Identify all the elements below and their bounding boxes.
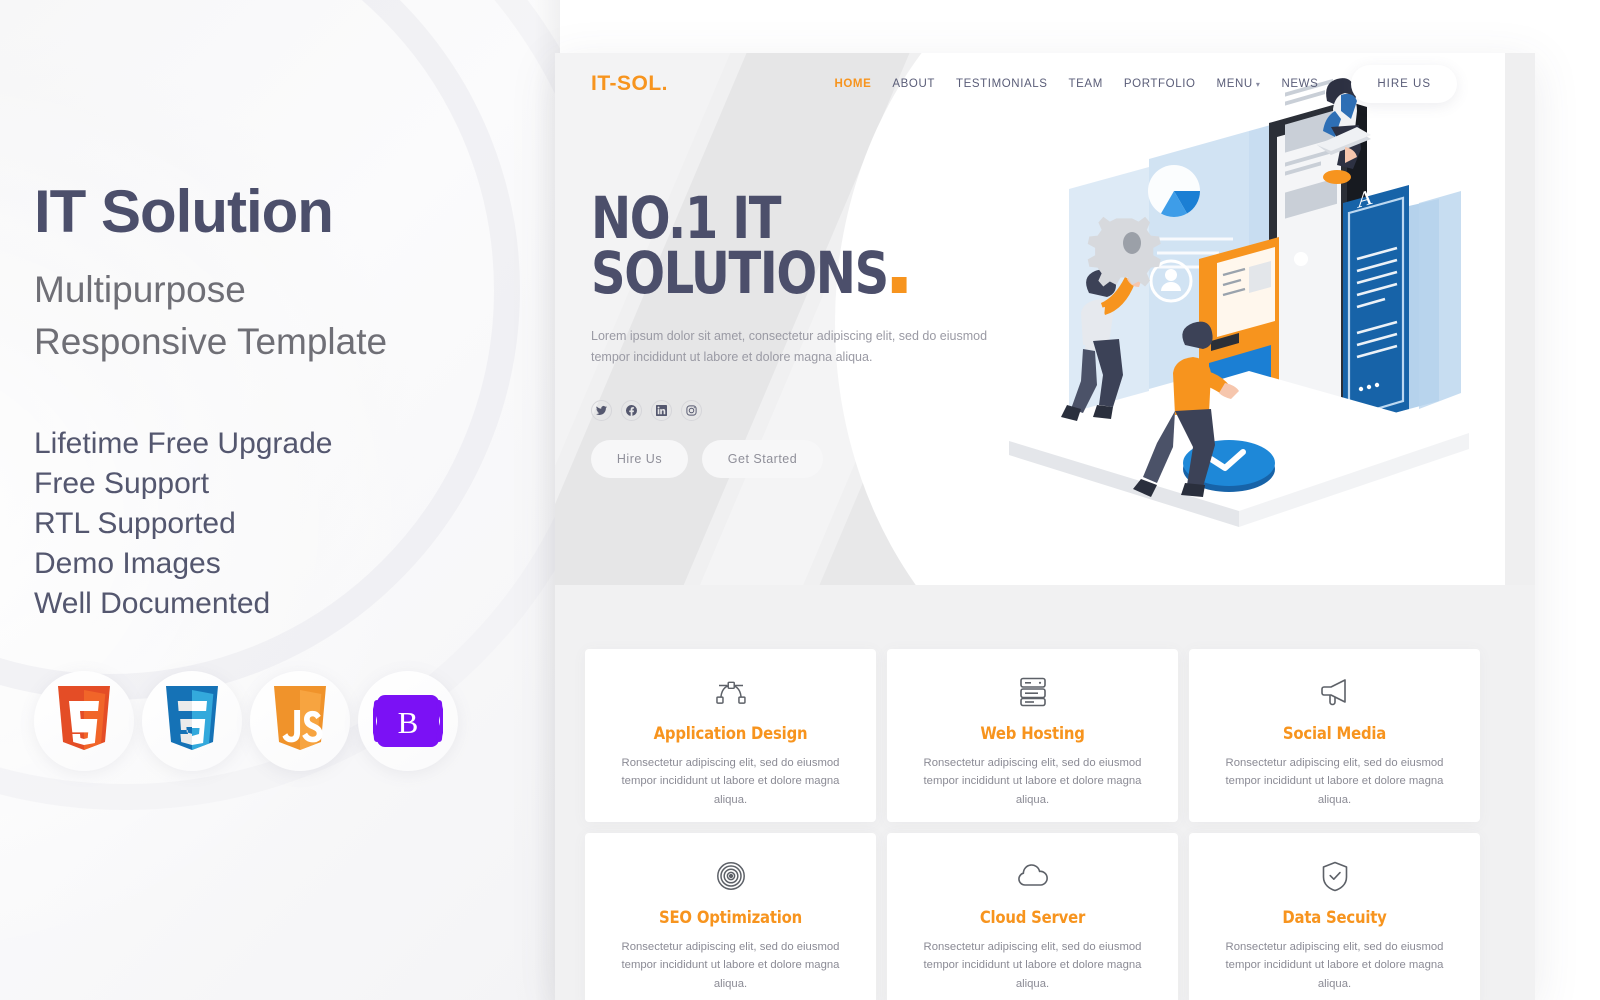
nav-item-menu[interactable]: MENU ▾	[1217, 78, 1261, 90]
hero-copy: NO.1 IT SOLUTIONS Lorem ipsum dolor sit …	[591, 184, 987, 479]
hero-title: NO.1 IT SOLUTIONS	[591, 184, 941, 302]
service-description: Ronsectetur adipiscing elit, sed do eius…	[923, 757, 1142, 806]
css3-logo	[142, 670, 242, 771]
promo-title: IT Solution	[34, 178, 334, 245]
services-card-grid: Application Design Ronsectetur adipiscin…	[585, 649, 1490, 1000]
hire-us-hero-button[interactable]: Hire Us	[591, 440, 688, 479]
service-card-application-design[interactable]: Application Design Ronsectetur adipiscin…	[585, 649, 876, 822]
javascript-logo	[250, 670, 350, 771]
nav-item-team[interactable]: TEAM	[1069, 78, 1103, 90]
nav-item-home[interactable]: HOME	[834, 78, 871, 90]
nav-item-menu-label: MENU	[1216, 78, 1253, 90]
service-card-web-hosting[interactable]: Web Hosting Ronsectetur adipiscing elit,…	[887, 649, 1178, 822]
service-card-data-security[interactable]: Data Secuity Ronsectetur adipiscing elit…	[1189, 833, 1480, 1000]
svg-text:B: B	[398, 705, 419, 740]
chevron-down-icon: ▾	[1255, 80, 1261, 89]
social-links	[591, 400, 971, 422]
service-title: Social Media	[1282, 724, 1387, 743]
hire-us-button[interactable]: HIRE US	[1351, 65, 1457, 103]
service-description: Ronsectetur adipiscing elit, sed do eius…	[621, 757, 840, 806]
hero-illustration: A	[1009, 78, 1469, 527]
website-mockup: IT-SOL. HOME ABOUT TESTIMONIALS TEAM POR…	[555, 53, 1535, 1000]
service-card-cloud-server[interactable]: Cloud Server Ronsectetur adipiscing elit…	[887, 833, 1178, 1000]
services-section: Application Design Ronsectetur adipiscin…	[555, 585, 1535, 1000]
promo-panel: IT Solution Multipurpose Responsive Temp…	[0, 0, 560, 1000]
hero-section: IT-SOL. HOME ABOUT TESTIMONIALS TEAM POR…	[555, 53, 1505, 585]
list-item: Lifetime Free Upgrade	[34, 426, 333, 460]
get-started-button[interactable]: Get Started	[702, 440, 823, 479]
site-logo[interactable]: IT-SOL.	[591, 72, 668, 96]
nav-item-testimonials[interactable]: TESTIMONIALS	[956, 78, 1048, 90]
hero-buttons: Hire Us Get Started	[591, 440, 971, 479]
list-item: Demo Images	[34, 547, 221, 581]
svg-text:A: A	[1357, 184, 1374, 213]
facebook-icon[interactable]	[621, 400, 642, 422]
service-description: Ronsectetur adipiscing elit, sed do eius…	[923, 941, 1142, 990]
pen-node-icon	[715, 675, 747, 709]
service-description: Ronsectetur adipiscing elit, sed do eius…	[621, 941, 840, 990]
nav-links: HOME ABOUT TESTIMONIALS TEAM PORTFOLIO M…	[834, 65, 1505, 103]
service-card-social-media[interactable]: Social Media Ronsectetur adipiscing elit…	[1189, 649, 1480, 822]
service-description: Ronsectetur adipiscing elit, sed do eius…	[1225, 941, 1444, 990]
service-card-seo-optimization[interactable]: SEO Optimization Ronsectetur adipiscing …	[585, 833, 876, 1000]
service-description: Ronsectetur adipiscing elit, sed do eius…	[1225, 757, 1444, 806]
promo-subtitle-line1: Multipurpose	[34, 269, 246, 310]
promo-feature-list: Lifetime Free Upgrade Free Support RTL S…	[34, 424, 534, 625]
cloud-icon	[1016, 859, 1050, 893]
accent-dot	[891, 276, 907, 293]
hero-title-line1: NO.1 IT	[591, 184, 781, 252]
hero-title-line2-wrap: SOLUTIONS	[591, 244, 941, 302]
nav-item-about[interactable]: ABOUT	[892, 78, 935, 90]
twitter-icon[interactable]	[591, 400, 612, 422]
list-item: RTL Supported	[34, 506, 236, 540]
service-title: Application Design	[653, 724, 808, 743]
instagram-icon[interactable]	[681, 400, 702, 422]
bootstrap-logo: B	[358, 670, 458, 771]
linkedin-icon[interactable]	[651, 400, 672, 422]
server-icon	[1019, 675, 1047, 709]
target-icon	[716, 859, 746, 893]
promo-subtitle-line2: Responsive Template	[34, 320, 388, 362]
tech-logo-row: B	[34, 670, 534, 771]
service-title: Cloud Server	[979, 908, 1086, 927]
nav-item-news[interactable]: NEWS	[1281, 78, 1318, 90]
service-title: Web Hosting	[980, 724, 1085, 743]
megaphone-icon	[1320, 675, 1350, 709]
hero-description: Lorem ipsum dolor sit amet, consectetur …	[591, 329, 988, 364]
html5-logo	[34, 670, 134, 771]
shield-check-icon	[1322, 859, 1348, 893]
hero-title-line2: SOLUTIONS	[591, 238, 889, 307]
list-item: Free Support	[34, 466, 210, 500]
service-title: Data Secuity	[1282, 908, 1387, 927]
site-navbar: IT-SOL. HOME ABOUT TESTIMONIALS TEAM POR…	[555, 53, 1505, 115]
promo-subtitle: Multipurpose Responsive Template	[34, 264, 534, 368]
nav-item-portfolio[interactable]: PORTFOLIO	[1124, 78, 1196, 90]
list-item: Well Documented	[34, 587, 271, 621]
service-title: SEO Optimization	[659, 908, 802, 927]
